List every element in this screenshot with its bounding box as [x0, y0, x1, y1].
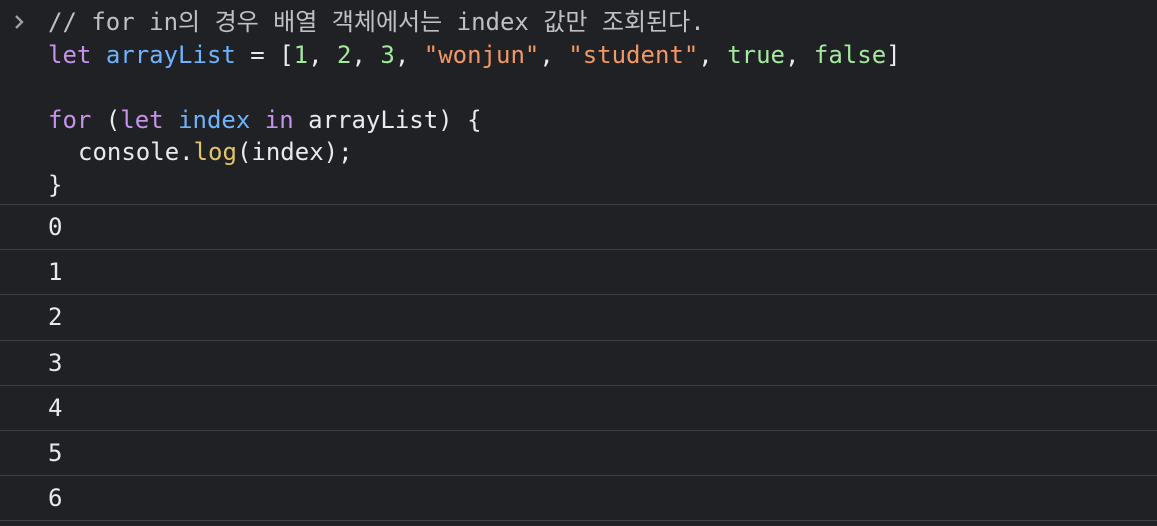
separator: ,: [539, 40, 569, 69]
console-output-row: 6: [0, 476, 1157, 522]
variable-index: index: [178, 105, 251, 134]
output-value: 2: [48, 303, 63, 332]
operator-assign: =: [235, 40, 280, 69]
string-literal: "student": [568, 40, 699, 69]
code-line-declaration: let arrayList = [1, 2, 3, "wonjun", "stu…: [48, 39, 901, 72]
code-line-close: }: [48, 170, 63, 199]
variable-arraylist: arrayList: [105, 40, 236, 69]
console-output-row: 3: [0, 341, 1157, 386]
console-output-row: 2: [0, 295, 1157, 341]
console-output-row: 1: [0, 250, 1157, 296]
boolean-literal: false: [813, 40, 887, 69]
console-object: console.: [78, 138, 194, 166]
keyword-in: in: [264, 105, 294, 134]
console-output-row: 4: [0, 386, 1157, 431]
bracket-close: ]: [886, 40, 901, 69]
output-value: 4: [48, 393, 63, 422]
keyword-let: let: [48, 40, 92, 69]
bracket-open: [: [279, 40, 294, 69]
boolean-literal: true: [727, 40, 785, 69]
output-value: 0: [48, 213, 63, 241]
code-line-log: console.log(index);: [48, 136, 901, 169]
output-value: 5: [48, 438, 63, 467]
code-block: // for in의 경우 배열 객체에서는 index 값만 조회된다. le…: [48, 6, 901, 201]
number-literal: 3: [380, 40, 395, 69]
paren-open: (: [91, 105, 121, 134]
separator: ,: [785, 40, 814, 69]
separator: ,: [394, 40, 424, 69]
separator: ,: [698, 40, 728, 69]
for-rest: arrayList) {: [293, 105, 482, 134]
chevron-right-icon: [12, 10, 28, 30]
separator: ,: [308, 40, 338, 69]
devtools-console: // for in의 경우 배열 객체에서는 index 값만 조회된다. le…: [0, 0, 1157, 526]
number-literal: 2: [337, 40, 352, 69]
console-output-row: 0: [0, 205, 1157, 251]
string-literal: "wonjun": [423, 40, 540, 69]
number-literal: 1: [293, 40, 309, 69]
code-line-for: for (let index in arrayList) {: [48, 104, 901, 137]
function-log: log: [193, 138, 237, 166]
output-value: 6: [48, 484, 63, 513]
separator: ,: [351, 40, 381, 69]
keyword-for: for: [48, 105, 92, 134]
output-value: 1: [48, 258, 63, 287]
output-value: 3: [48, 348, 63, 377]
console-input-entry[interactable]: // for in의 경우 배열 객체에서는 index 값만 조회된다. le…: [0, 0, 1157, 205]
log-args: (index);: [236, 138, 353, 166]
keyword-let: let: [120, 105, 164, 134]
code-comment: // for in의 경우 배열 객체에서는 index 값만 조회된다.: [48, 8, 705, 36]
console-output-row: 5: [0, 431, 1157, 477]
